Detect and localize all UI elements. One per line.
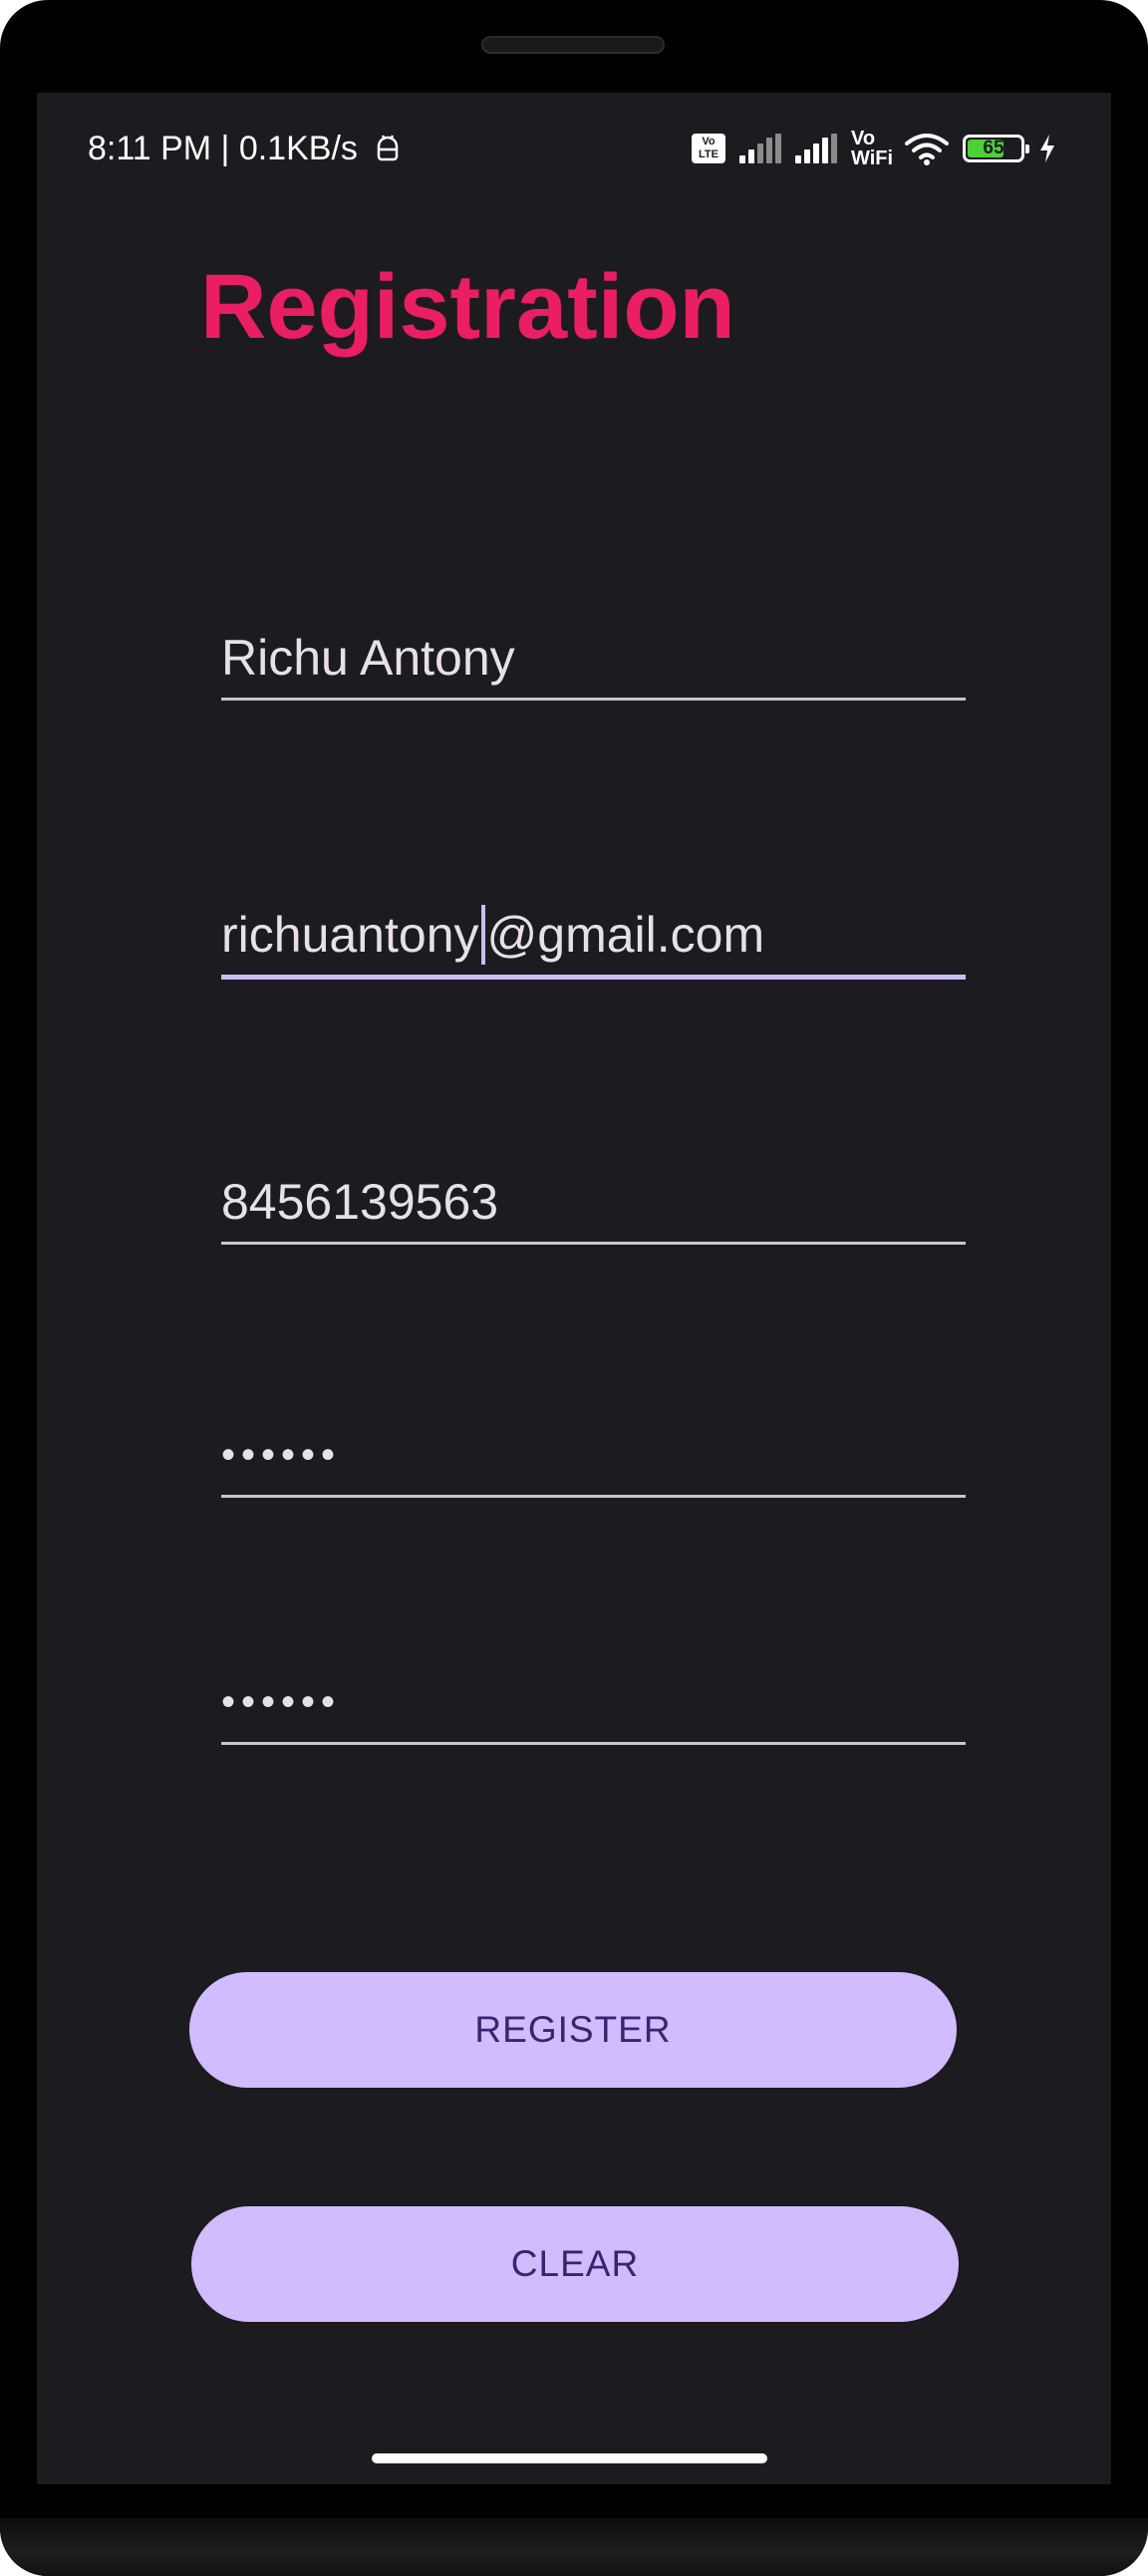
phone-value: 8456139563 bbox=[221, 1174, 499, 1230]
name-field[interactable]: Richu Antony bbox=[221, 628, 966, 701]
text-cursor bbox=[480, 905, 485, 965]
battery-level: 65 bbox=[983, 138, 1004, 158]
confirm-password-value: •••••• bbox=[221, 1680, 342, 1724]
battery-icon: 65 bbox=[963, 135, 1029, 162]
volte-icon: Vo LTE bbox=[692, 134, 725, 163]
email-value: richuantony @gmail.com bbox=[221, 905, 765, 965]
vowifi-icon: Vo WiFi bbox=[851, 128, 894, 169]
name-value: Richu Antony bbox=[221, 630, 515, 686]
signal-icon bbox=[739, 134, 781, 163]
charging-icon bbox=[1040, 135, 1054, 162]
wifi-icon bbox=[905, 134, 949, 165]
android-icon bbox=[378, 135, 399, 161]
phone-field[interactable]: 8456139563 bbox=[221, 1172, 966, 1245]
bottom-bezel bbox=[0, 2518, 1148, 2576]
page-title: Registration bbox=[200, 256, 735, 358]
register-button[interactable]: REGISTER bbox=[189, 1972, 957, 2088]
speaker-grille bbox=[481, 36, 665, 54]
app-screen: 8:11 PM | 0.1KB/s Vo LTE Vo WiFi 65 Regi… bbox=[37, 93, 1111, 2484]
home-indicator[interactable] bbox=[372, 2453, 767, 2463]
email-field[interactable]: richuantony @gmail.com bbox=[221, 905, 966, 980]
clear-button[interactable]: CLEAR bbox=[191, 2206, 959, 2322]
status-icons: Vo LTE Vo WiFi 65 bbox=[692, 127, 1056, 170]
phone-frame: 8:11 PM | 0.1KB/s Vo LTE Vo WiFi 65 Regi… bbox=[0, 0, 1148, 2576]
status-time-speed: 8:11 PM | 0.1KB/s bbox=[88, 129, 401, 168]
confirm-password-field[interactable]: •••••• bbox=[221, 1672, 966, 1745]
password-value: •••••• bbox=[221, 1433, 342, 1477]
password-field[interactable]: •••••• bbox=[221, 1425, 966, 1498]
signal-icon bbox=[795, 134, 837, 163]
